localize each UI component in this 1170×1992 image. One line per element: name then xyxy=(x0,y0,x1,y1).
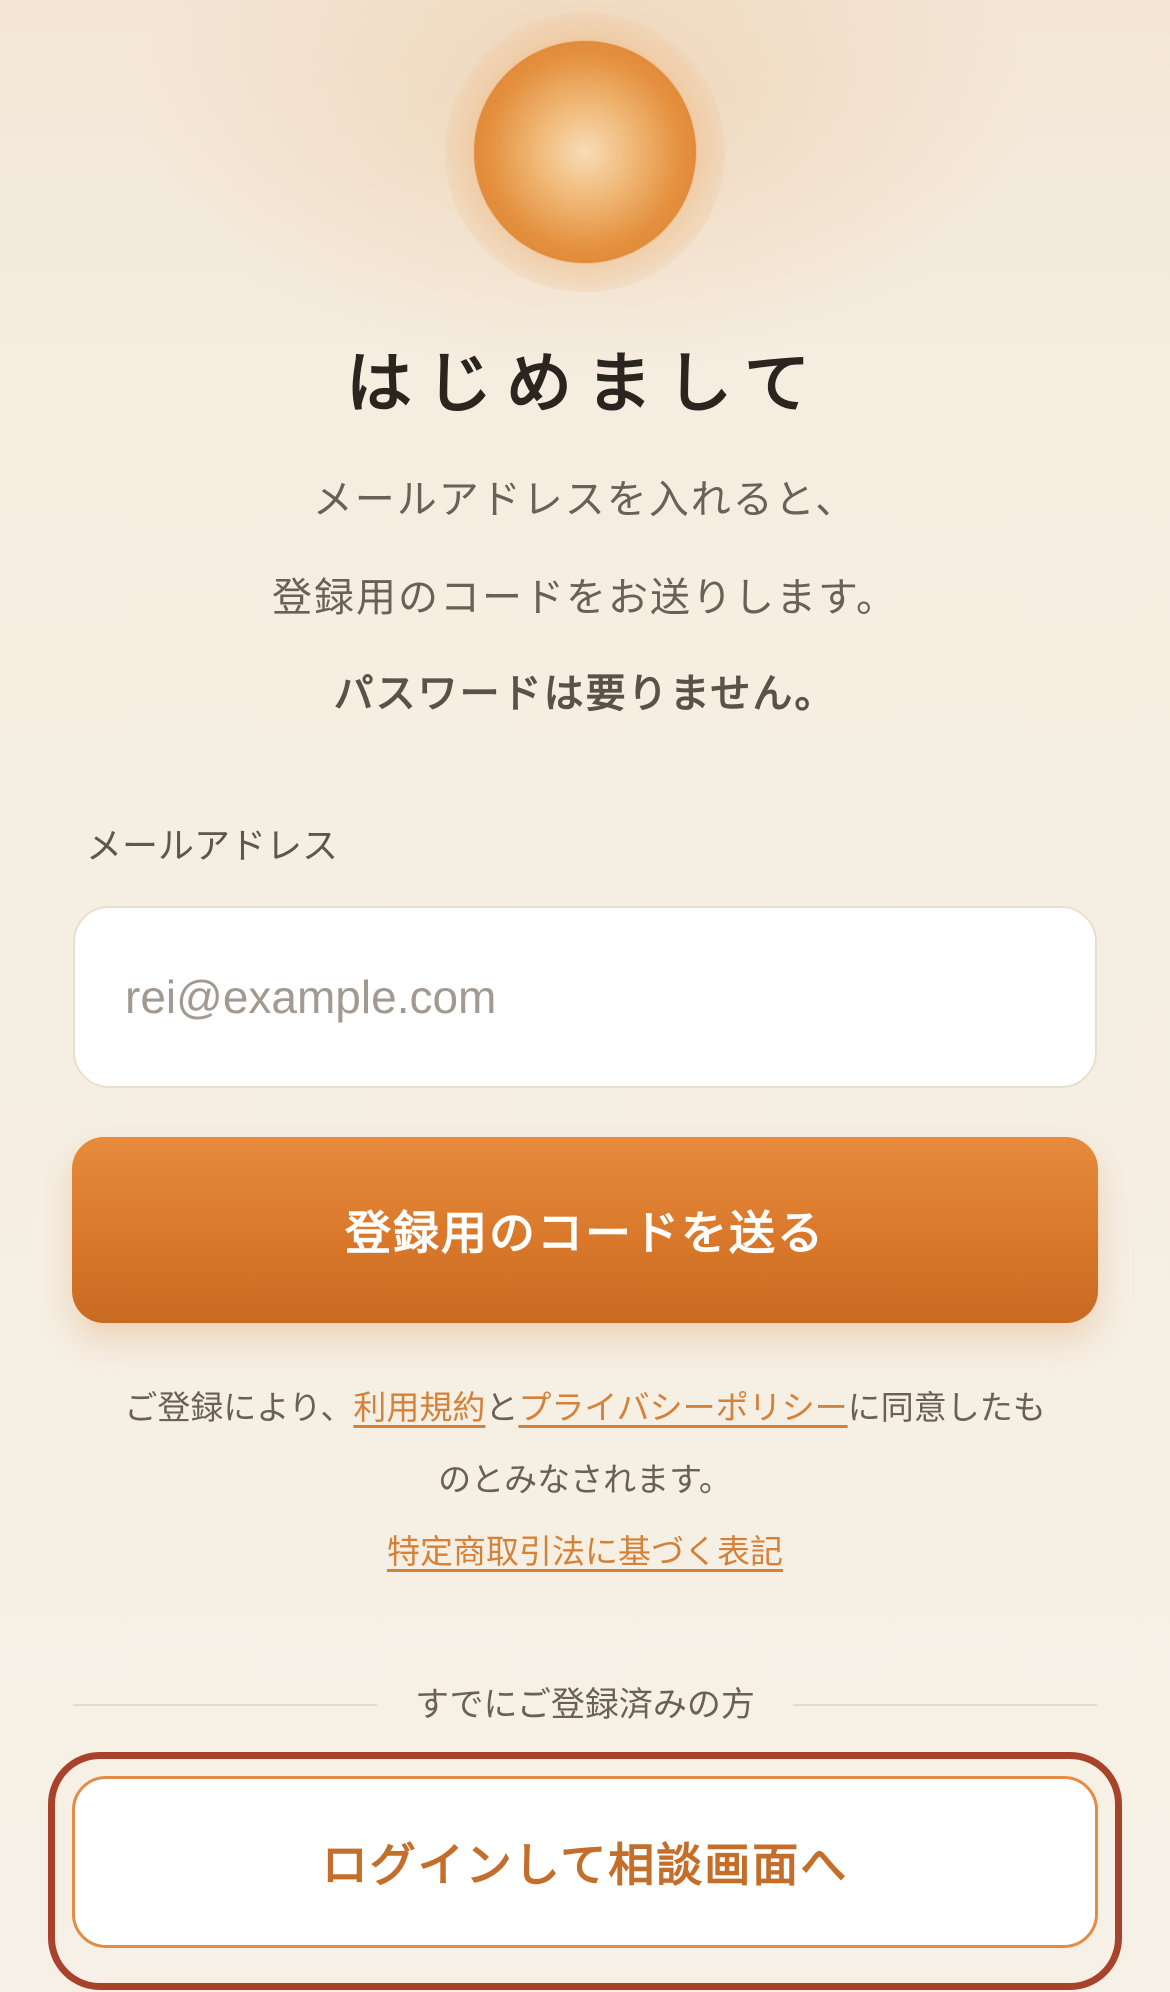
page-title: はじめまして xyxy=(345,344,825,422)
privacy-policy-link[interactable]: プライバシーポリシー xyxy=(518,1388,847,1427)
commerce-law-link[interactable]: 特定商取引法に基づく表記 xyxy=(387,1532,783,1571)
send-code-button[interactable]: 登録用のコードを送る xyxy=(72,1137,1098,1323)
email-label: メールアドレス xyxy=(86,826,339,867)
legal-suffix: に同意したも xyxy=(847,1388,1046,1427)
terms-link[interactable]: 利用規約 xyxy=(353,1388,485,1427)
login-divider: すでにご登録済みの方 xyxy=(73,1680,1098,1730)
legal-prefix: ご登録により、 xyxy=(124,1388,354,1427)
legal-commerce-row: 特定商取引法に基づく表記 xyxy=(0,1528,1170,1576)
login-button[interactable]: ログインして相談画面へ xyxy=(72,1776,1098,1948)
email-field-container[interactable] xyxy=(73,906,1097,1088)
email-field[interactable] xyxy=(125,970,1095,1024)
divider-text: すでにご登録済みの方 xyxy=(415,1685,755,1725)
description-line-1: メールアドレスを入れると、 xyxy=(312,477,858,523)
divider-line-right xyxy=(792,1704,1098,1706)
divider-line-left xyxy=(73,1704,378,1706)
orb-logo-icon xyxy=(474,41,696,263)
legal-consent-text: ご登録により、利用規約とプライバシーポリシーに同意したも xyxy=(0,1384,1170,1432)
legal-and: と xyxy=(485,1388,519,1427)
description-line-3: パスワードは要りません。 xyxy=(333,671,837,717)
legal-consent-text-line-2: のとみなされます。 xyxy=(438,1460,732,1499)
description-line-2: 登録用のコードをお送りします。 xyxy=(272,575,898,621)
